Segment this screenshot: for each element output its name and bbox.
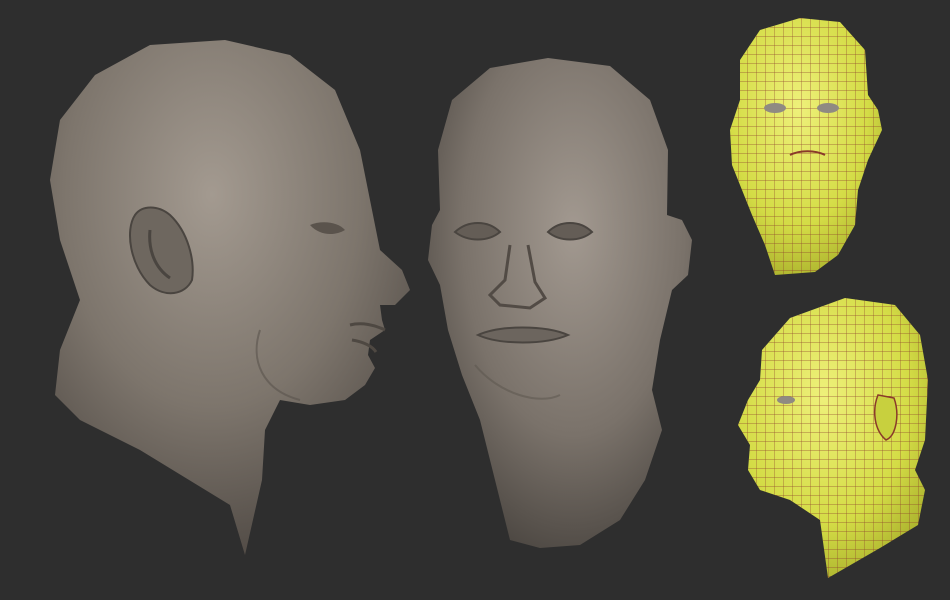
- left-eye-socket: [764, 103, 786, 113]
- wireframe-side-head: [738, 298, 928, 578]
- sculpt-profile-head: [50, 40, 410, 555]
- mouth: [475, 326, 571, 344]
- sculpt-front-head: [428, 58, 692, 548]
- render-canvas: [0, 0, 950, 600]
- right-eye-socket: [817, 103, 839, 113]
- eye-socket: [777, 396, 795, 404]
- wireframe-front-head: [730, 18, 882, 275]
